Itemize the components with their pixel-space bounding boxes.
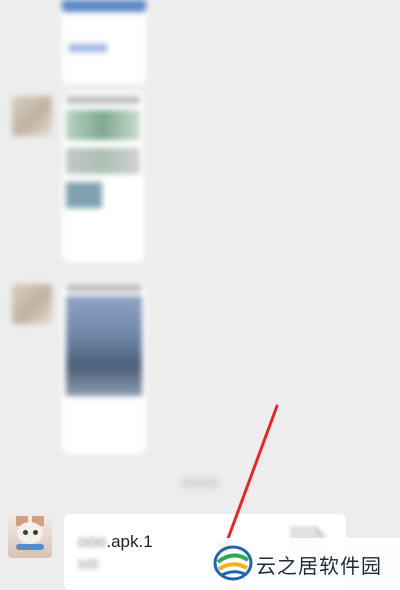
- message-image[interactable]: [66, 110, 140, 140]
- avatar[interactable]: [12, 96, 52, 136]
- cat-eye: [23, 530, 28, 535]
- cat-collar: [16, 544, 44, 550]
- message-image[interactable]: [66, 148, 140, 174]
- file-name-visible: .apk.1: [106, 532, 153, 551]
- image-message[interactable]: [62, 282, 146, 454]
- cat-eye: [33, 530, 38, 535]
- link-card-message[interactable]: [62, 0, 146, 84]
- message-header: [66, 284, 142, 292]
- cat-face: [17, 522, 43, 544]
- watermark-text: 云之居软件园: [256, 554, 382, 578]
- card-header-bar: [62, 0, 146, 12]
- file-size-unit: MB: [78, 556, 99, 572]
- card-link-text[interactable]: [68, 44, 108, 52]
- file-name: ooo.apk.1: [78, 532, 153, 552]
- message-header: [66, 96, 140, 104]
- file-size: MB: [78, 556, 99, 572]
- avatar[interactable]: [12, 284, 52, 324]
- avatar[interactable]: [8, 514, 52, 558]
- message-image[interactable]: [66, 296, 142, 396]
- chat-message-list[interactable]: ooo.apk.1 MB: [0, 0, 400, 590]
- message-timestamp: [180, 478, 220, 488]
- watermark: 云之居软件园: [208, 538, 400, 590]
- file-name-hidden: ooo: [78, 532, 107, 551]
- message-image[interactable]: [66, 182, 102, 208]
- blurred-history: [0, 0, 400, 590]
- site-logo-icon: [213, 545, 253, 581]
- image-message[interactable]: [62, 92, 144, 262]
